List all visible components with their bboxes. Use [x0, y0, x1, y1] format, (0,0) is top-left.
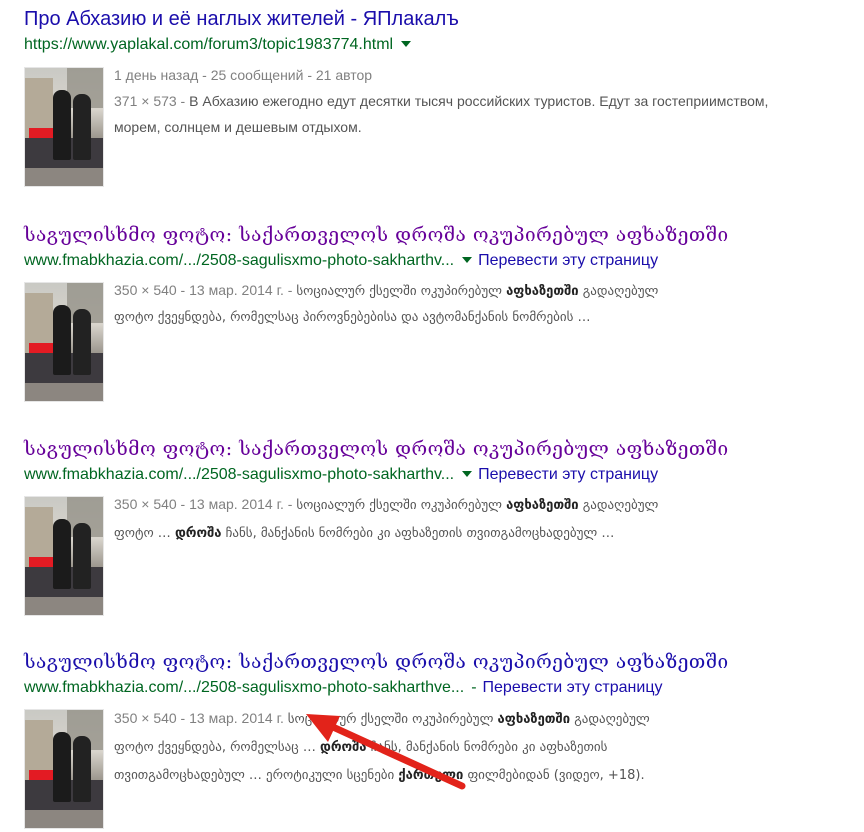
chevron-down-icon[interactable] [401, 40, 412, 47]
result-title-link[interactable]: საგულისხმო ფოტო: საქართველოს დროშა ოკუპი… [24, 222, 854, 248]
result-snippet: 350 × 540 - 13 мар. 2014 г. - სოციალურ ქ… [114, 277, 814, 331]
search-result: Про Абхазию и её наглых жителей - ЯПлака… [24, 6, 854, 187]
snippet-highlight: დროშა [319, 740, 367, 755]
result-size-date: 350 × 540 - 13 мар. 2014 г. - [114, 496, 297, 512]
chevron-down-icon[interactable] [462, 256, 473, 263]
snippet-text: ფოტო ქვეყნდება, რომელსაც … [114, 740, 320, 755]
result-snippet: 1 день назад - 25 сообщений - 21 автор 3… [114, 62, 814, 140]
snippet-text: სოციალურ ქსელში ოკუპირებულ [296, 284, 507, 299]
snippet-text: В Абхазию ежегодно едут десятки тысяч ро… [114, 93, 769, 135]
result-title-link[interactable]: საგულისხმო ფოტო: საქართველოს დროშა ოკუპი… [24, 649, 854, 675]
snippet-highlight: აფხაზეთში [497, 712, 571, 727]
snippet-text: სოციალურ ქსელში ოკუპირებულ [287, 712, 498, 727]
search-result: საგულისხმო ფოტო: საქართველოს დროშა ოკუპი… [24, 649, 854, 829]
result-url[interactable]: www.fmabkhazia.com/.../2508-sagulisxmo-p… [24, 466, 454, 483]
result-thumbnail[interactable] [24, 282, 104, 402]
snippet-text: ჩანს, მანქანის ნომრები კი აფხაზეთის თვით… [221, 526, 615, 541]
snippet-highlight: ქართული [398, 768, 464, 783]
snippet-highlight: დროშა [174, 526, 222, 541]
result-thumbnail[interactable] [24, 67, 104, 187]
result-size-date: 350 × 540 - 13 мар. 2014 г. [114, 710, 288, 726]
result-title-link[interactable]: Про Абхазию и её наглых жителей - ЯПлака… [24, 6, 854, 32]
snippet-text: ჩანს, მანქანის ნომრები კი აფხაზეთის [366, 740, 608, 755]
snippet-text: ფოტო … [114, 526, 175, 541]
snippet-text: ფილმებიდან (ვიდეო, +18). [463, 768, 645, 783]
snippet-text: სოციალურ ქსელში ოკუპირებულ [296, 498, 507, 513]
translate-page-link[interactable]: Перевести эту страницу [483, 679, 663, 696]
result-url-line: www.fmabkhazia.com/.../2508-sagulisxmo-p… [24, 251, 854, 271]
result-size-date: 371 × 573 - [114, 93, 190, 109]
result-title-link[interactable]: საგულისხმო ფოტო: საქართველოს დროშა ოკუპი… [24, 436, 854, 462]
chevron-down-icon[interactable] [462, 470, 473, 477]
result-url[interactable]: www.fmabkhazia.com/.../2508-sagulisxmo-p… [24, 679, 464, 696]
result-meta: 1 день назад - 25 сообщений - 21 автор [114, 67, 373, 83]
result-url-line: https://www.yaplakal.com/forum3/topic198… [24, 35, 854, 55]
translate-page-link[interactable]: Перевести эту страницу [478, 466, 658, 483]
snippet-text: გადაღებულ [578, 284, 659, 299]
snippet-text: გადაღებულ [578, 498, 659, 513]
search-result: საგულისხმო ფოტო: საქართველოს დროშა ოკუპი… [24, 436, 854, 616]
translate-page-link[interactable]: Перевести эту страницу [478, 252, 658, 269]
result-snippet: 350 × 540 - 13 мар. 2014 г. სოციალურ ქსე… [114, 705, 814, 789]
result-thumbnail[interactable] [24, 709, 104, 829]
result-url-line: www.fmabkhazia.com/.../2508-sagulisxmo-p… [24, 465, 854, 485]
url-separator: - [471, 679, 477, 696]
snippet-text: ფოტო ქვეყნდება, რომელსაც პიროვნებებისა დ… [114, 310, 591, 325]
result-url[interactable]: https://www.yaplakal.com/forum3/topic198… [24, 36, 393, 53]
result-size-date: 350 × 540 - 13 мар. 2014 г. - [114, 282, 297, 298]
snippet-highlight: აფხაზეთში [506, 284, 579, 299]
result-url[interactable]: www.fmabkhazia.com/.../2508-sagulisxmo-p… [24, 252, 454, 269]
result-url-line: www.fmabkhazia.com/.../2508-sagulisxmo-p… [24, 678, 854, 698]
search-result: საგულისხმო ფოტო: საქართველოს დროშა ოკუპი… [24, 222, 854, 402]
snippet-text: გადაღებულ [570, 712, 650, 727]
result-thumbnail[interactable] [24, 496, 104, 616]
snippet-highlight: აფხაზეთში [506, 498, 579, 513]
snippet-text: თვითგამოცხადებულ … ეროტიკული სცენები [114, 768, 399, 783]
result-snippet: 350 × 540 - 13 мар. 2014 г. - სოციალურ ქ… [114, 491, 814, 547]
